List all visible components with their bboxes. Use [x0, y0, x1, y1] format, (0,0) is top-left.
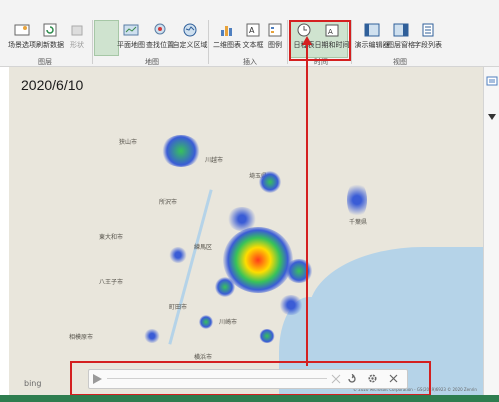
field-list-icon — [422, 23, 434, 37]
shape-icon — [71, 25, 83, 36]
right-panel-toolbar — [483, 67, 499, 395]
map-label: 八王子市 — [99, 279, 124, 286]
map-label: 東大和市 — [99, 234, 124, 241]
heat-point — [215, 277, 235, 297]
heat-point — [285, 259, 313, 283]
ribbon-toolbar: 场景选项 刷新数据 形状 平面地图 查找位置 自定义区域 二维图表 A 文本框 … — [0, 0, 499, 67]
heat-point — [347, 181, 367, 219]
layer-pane-toggle-icon[interactable] — [486, 75, 498, 87]
bing-logo: bing — [24, 379, 42, 388]
heat-point — [199, 315, 213, 329]
annotation-arrow — [306, 44, 308, 366]
map-label: 練馬区 — [194, 244, 213, 251]
find-location-icon — [154, 23, 166, 35]
map-label: 町田市 — [169, 304, 188, 311]
status-bar — [0, 395, 499, 402]
heat-point — [279, 295, 303, 315]
annotation-timeline-highlight — [289, 20, 351, 61]
map-label: 横浜市 — [194, 354, 213, 361]
date-label: 2020/6/10 — [21, 77, 84, 93]
map-label: 川越市 — [205, 157, 224, 164]
custom-region-icon — [183, 23, 197, 37]
heat-point — [144, 329, 160, 343]
chevron-down-icon[interactable] — [488, 114, 496, 120]
group-label-map: 地图 — [145, 58, 159, 66]
map-label: 川崎市 — [219, 319, 238, 326]
editor-icon — [364, 23, 380, 37]
group-label-view: 视图 — [393, 58, 407, 66]
heat-point — [259, 329, 275, 343]
map-label: 狭山市 — [119, 139, 138, 146]
ribbon-separator — [92, 20, 93, 64]
group-label-layer: 图层 — [38, 58, 52, 66]
legend-icon — [268, 23, 282, 37]
heat-point — [259, 171, 281, 193]
annotation-arrow-head — [302, 36, 312, 45]
group-label-insert: 插入 — [243, 58, 257, 66]
field-list-button[interactable]: 字段列表 — [406, 22, 450, 50]
heat-point — [169, 247, 187, 263]
flat-map-icon — [123, 24, 139, 36]
map-label: 所沢市 — [159, 199, 178, 206]
map-label: 相模原市 — [69, 334, 94, 341]
annotation-player-highlight — [70, 361, 431, 396]
map-canvas[interactable]: 狭山市 川越市 埼玉県 所沢市 千葉県 東大和市 練馬区 新宿区 八王子市 町田… — [9, 67, 483, 395]
heat-point — [161, 135, 201, 167]
